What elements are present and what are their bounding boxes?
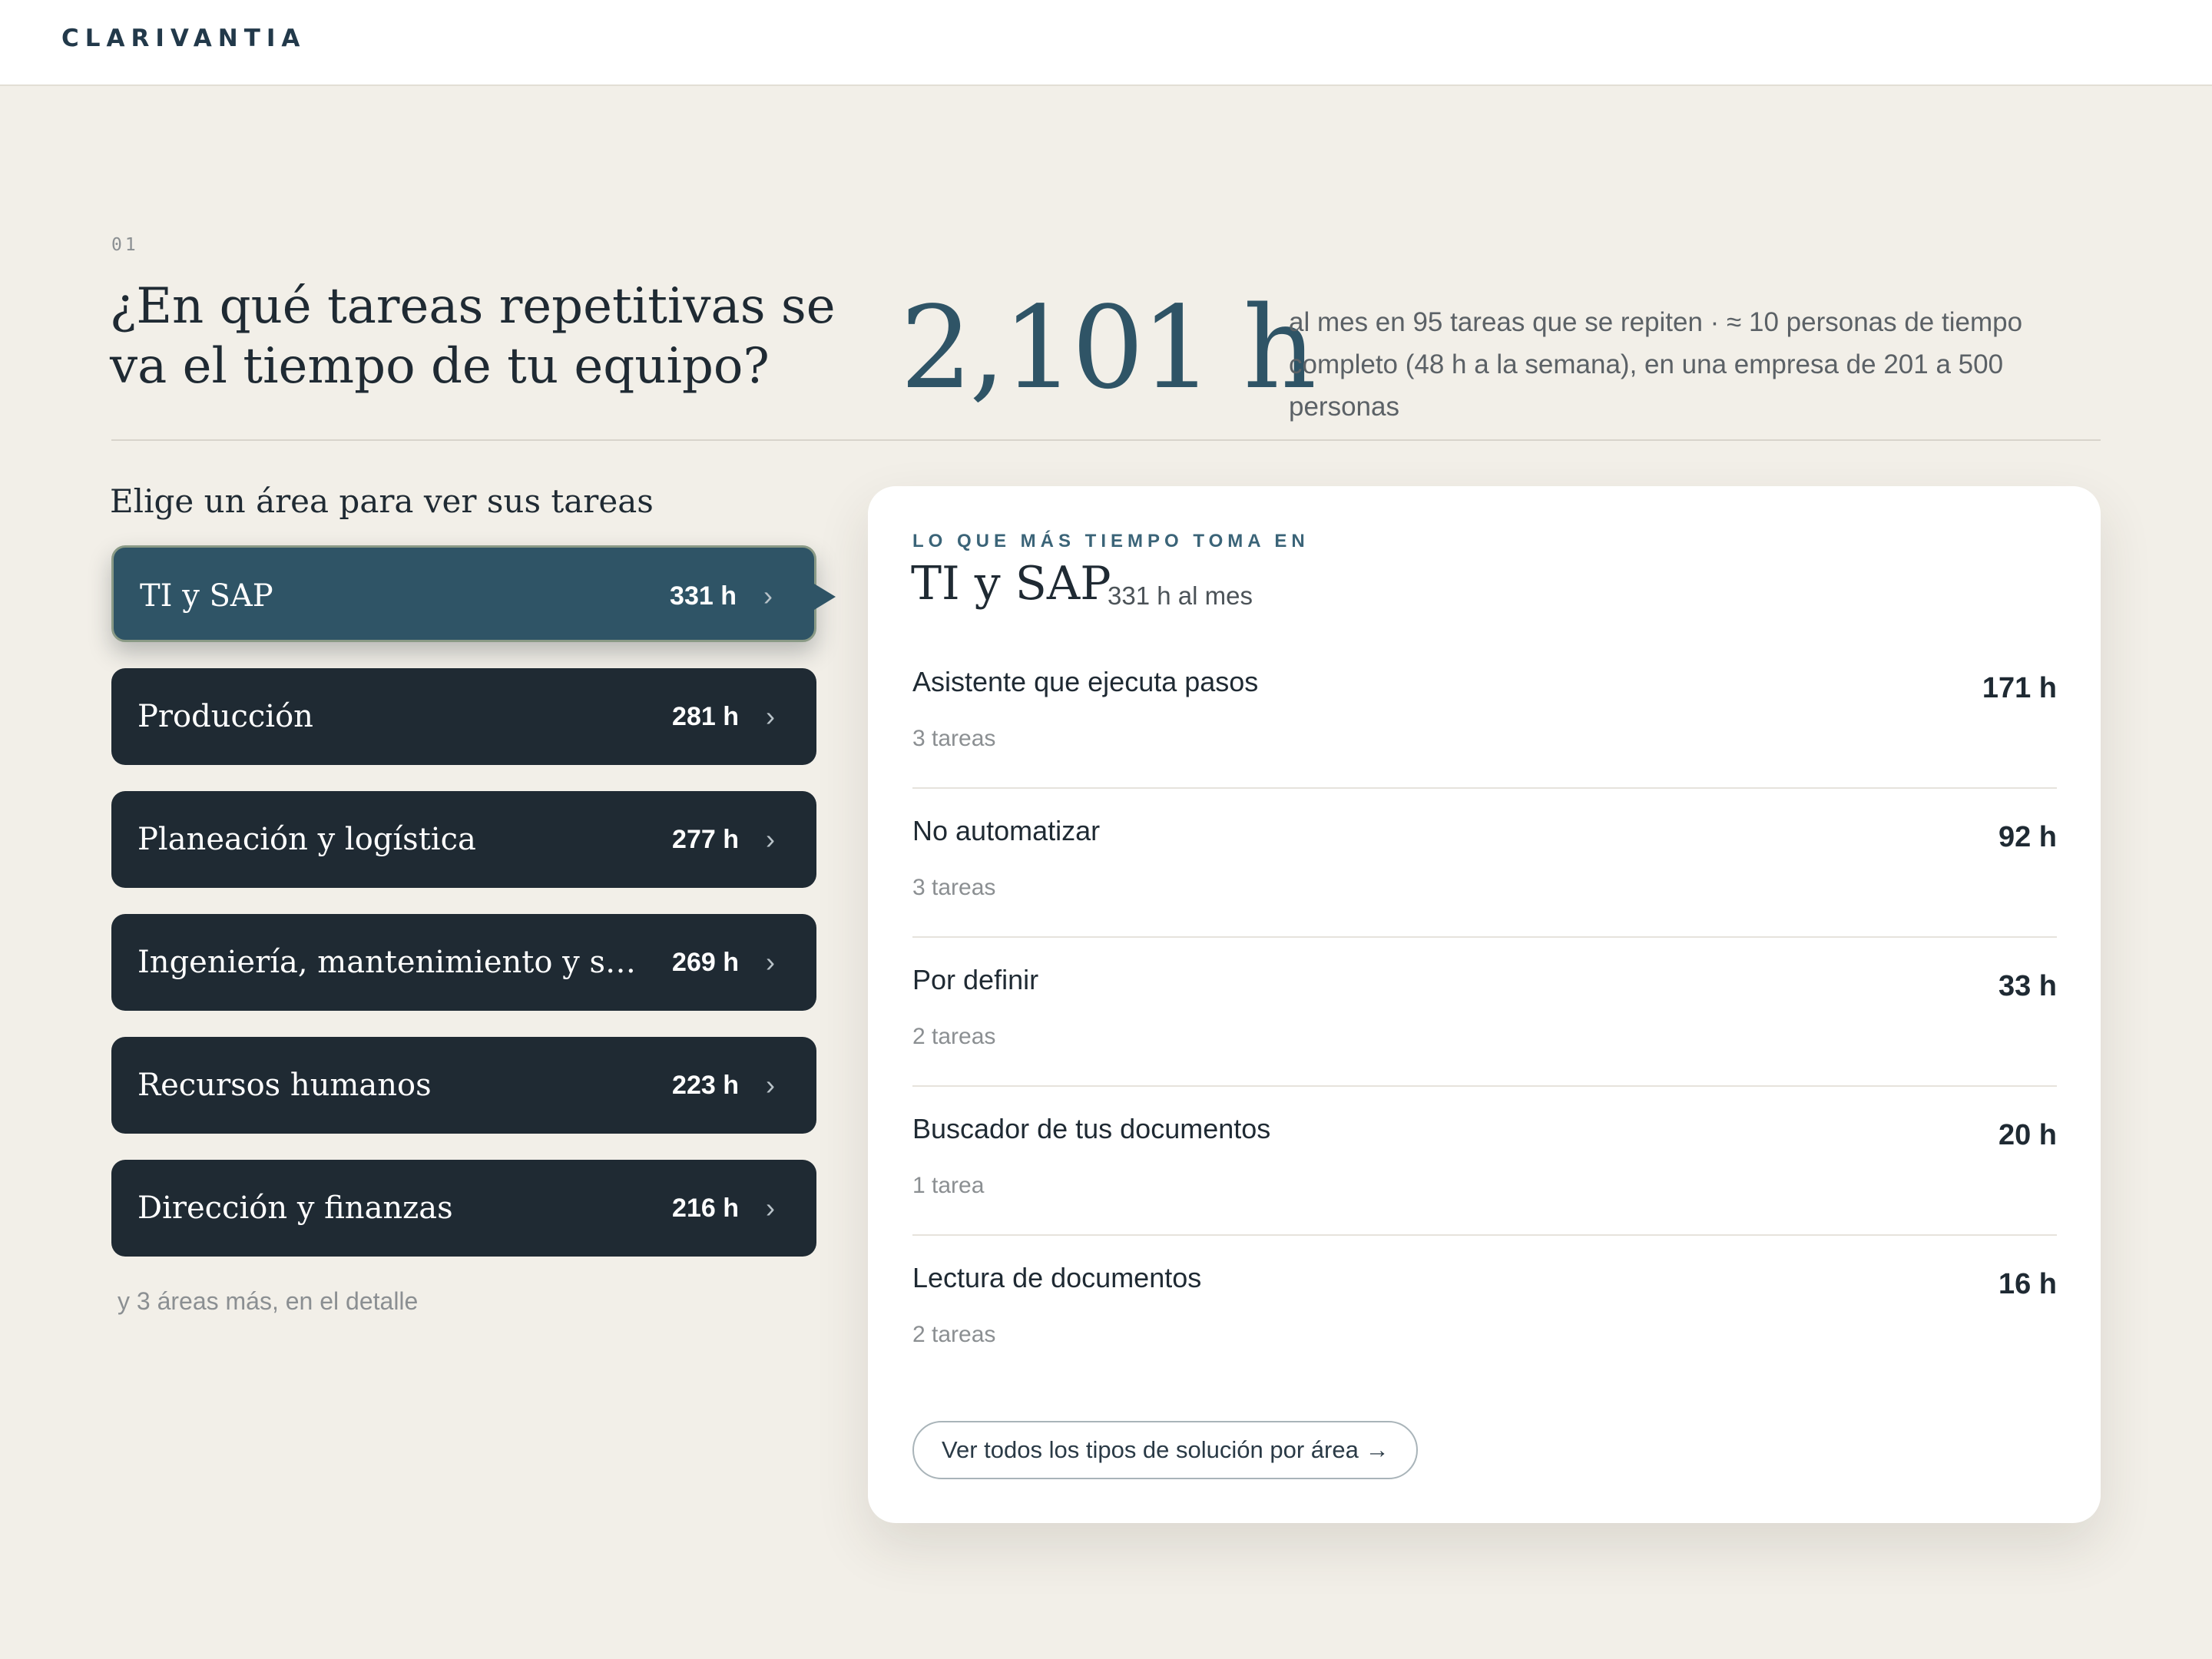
area-label: Dirección y finanzas: [137, 1190, 453, 1226]
area-hours: 269 h: [672, 948, 739, 977]
total-summary: al mes en 95 tareas que se repiten · ≈ 1…: [1289, 307, 2023, 422]
task-count: 1 tarea: [912, 1173, 985, 1198]
task-row: Buscador de tus documentos 1 tarea 20 h: [912, 1087, 2057, 1236]
task-hours: 20 h: [1998, 1119, 2057, 1151]
view-all-solutions-button[interactable]: Ver todos los tipos de solución por área…: [912, 1421, 1419, 1479]
chevron-right-icon: ›: [766, 823, 775, 855]
area-item-planeacion-logistica[interactable]: Planeación y logística 277 h ›: [111, 791, 816, 888]
task-count: 3 tareas: [912, 726, 996, 751]
task-count: 3 tareas: [912, 875, 996, 900]
total-hours: 2,101 h: [900, 282, 1316, 414]
task-row: Asistente que ejecuta pasos 3 tareas 171…: [912, 640, 2057, 789]
detail-title: TI y SAP: [911, 557, 1111, 611]
section-divider: [111, 439, 2101, 441]
area-detail-card: LO QUE MÁS TIEMPO TOMA EN TI y SAP 331 h…: [868, 486, 2101, 1523]
area-item-ingenieria[interactable]: Ingeniería, mantenimiento y seguri… 269 …: [111, 914, 816, 1011]
area-label: Ingeniería, mantenimiento y seguri…: [137, 945, 644, 980]
area-hours: 277 h: [672, 825, 739, 854]
task-hours: 171 h: [1982, 672, 2057, 704]
area-label: Planeación y logística: [137, 822, 476, 857]
detail-subtitle: 331 h al mes: [1108, 581, 1253, 610]
task-count: 2 tareas: [912, 1024, 996, 1049]
page-title: ¿En qué tareas repetitivas se va el tiem…: [110, 278, 836, 395]
area-item-direccion-finanzas[interactable]: Dirección y finanzas 216 h ›: [111, 1160, 816, 1257]
area-label: Producción: [137, 699, 313, 734]
chevron-right-icon: ›: [766, 1192, 775, 1224]
chevron-right-icon: ›: [766, 946, 775, 978]
area-item-ti-sap[interactable]: TI y SAP 331 h ›: [111, 545, 836, 642]
task-name: Lectura de documentos: [912, 1262, 1202, 1293]
task-hours: 16 h: [1998, 1268, 2057, 1300]
task-count: 2 tareas: [912, 1322, 996, 1347]
task-hours: 33 h: [1998, 970, 2057, 1002]
task-row: Por definir 2 tareas 33 h: [912, 938, 2057, 1087]
task-row: No automatizar 3 tareas 92 h: [912, 789, 2057, 938]
detail-eyebrow: LO QUE MÁS TIEMPO TOMA EN: [912, 531, 1310, 551]
brand-logo[interactable]: CLARIVANTIA: [61, 25, 306, 52]
task-hours: 92 h: [1998, 821, 2057, 853]
chevron-right-icon: ›: [766, 700, 775, 732]
task-name: No automatizar: [912, 815, 1101, 846]
task-name: Por definir: [912, 964, 1039, 995]
task-name: Buscador de tus documentos: [912, 1113, 1271, 1144]
area-hours: 281 h: [672, 702, 739, 731]
more-areas-note: y 3 áreas más, en el detalle: [118, 1287, 419, 1315]
chevron-right-icon: ›: [766, 1069, 775, 1101]
section-number: 01: [111, 235, 139, 255]
area-label: Recursos humanos: [137, 1068, 432, 1103]
area-hours: 223 h: [672, 1071, 739, 1100]
area-hours: 216 h: [672, 1194, 739, 1223]
area-item-produccion[interactable]: Producción 281 h ›: [111, 668, 816, 765]
area-item-recursos-humanos[interactable]: Recursos humanos 223 h ›: [111, 1037, 816, 1134]
chevron-right-icon: ›: [763, 580, 773, 611]
area-hours: 331 h: [670, 581, 737, 611]
area-prompt: Elige un área para ver sus tareas: [110, 482, 654, 520]
task-row: Lectura de documentos 2 tareas 16 h: [912, 1236, 2057, 1385]
area-label: TI y SAP: [140, 578, 273, 614]
top-bar: CLARIVANTIA: [0, 0, 2212, 86]
task-name: Asistente que ejecuta pasos: [912, 666, 1259, 697]
